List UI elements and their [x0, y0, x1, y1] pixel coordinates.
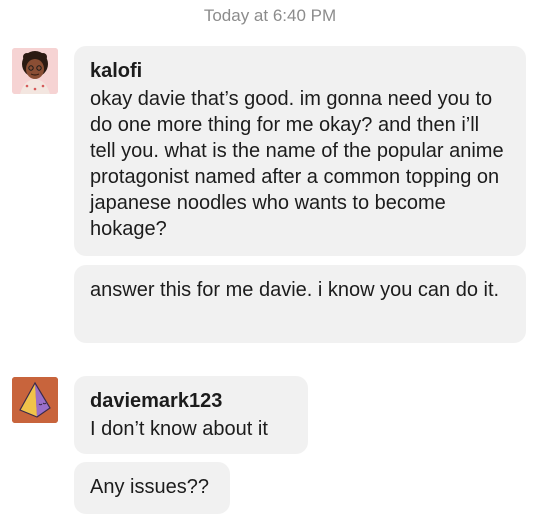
message-text: answer this for me davie. i know you can… [90, 279, 500, 301]
message-text: Any issues?? [90, 476, 209, 498]
sender-name[interactable]: kalofi [90, 58, 510, 84]
chat-timestamp: Today at 6:40 PM [203, 6, 337, 25]
sender-name[interactable]: daviemark123 [90, 388, 292, 414]
pyramid-avatar-icon [12, 377, 58, 423]
person-avatar-icon [12, 48, 58, 94]
message-text: okay davie that’s good. im gonna need yo… [90, 88, 504, 240]
kalofi-avatar[interactable] [12, 48, 58, 94]
message-bubble[interactable]: daviemark123 I don’t know about it [74, 376, 308, 454]
message-bubble[interactable]: kalofi okay davie that’s good. im gonna … [74, 46, 526, 256]
message-bubble[interactable]: answer this for me davie. i know you can… [74, 265, 526, 343]
message-text: I don’t know about it [90, 418, 268, 440]
daviemark123-avatar[interactable] [12, 377, 58, 423]
message-bubble[interactable]: Any issues?? [74, 462, 230, 514]
